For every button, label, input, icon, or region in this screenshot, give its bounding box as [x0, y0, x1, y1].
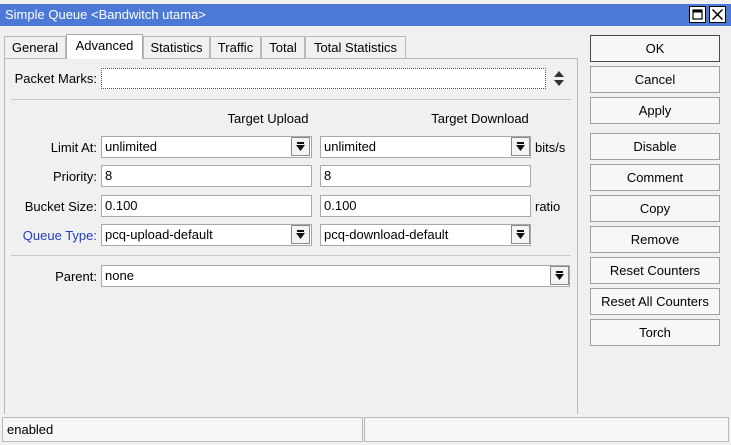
torch-button[interactable]: Torch [590, 319, 720, 346]
bucket-size-download-input[interactable]: 0.100 [320, 195, 531, 217]
dropdown-arrow-icon [555, 271, 564, 280]
priority-download-input[interactable]: 8 [320, 165, 531, 187]
packet-marks-label: Packet Marks: [14, 71, 97, 86]
queue-type-label[interactable]: Queue Type: [10, 228, 97, 243]
priority-upload-input[interactable]: 8 [101, 165, 312, 187]
tab-total[interactable]: Total [261, 36, 305, 58]
parent-dropdown[interactable] [550, 266, 569, 285]
close-button[interactable] [709, 6, 726, 23]
limit-at-unit: bits/s [535, 140, 566, 155]
tab-total-statistics[interactable]: Total Statistics [305, 36, 406, 58]
separator [11, 99, 571, 100]
dialog-body: General Advanced Statistics Traffic Tota… [0, 26, 731, 445]
status-bar: enabled [0, 414, 731, 445]
restore-button[interactable] [689, 6, 706, 23]
dropdown-arrow-icon [516, 230, 525, 239]
target-download-header: Target Download [431, 111, 529, 126]
apply-button[interactable]: Apply [590, 97, 720, 124]
reset-counters-button[interactable]: Reset Counters [590, 257, 720, 284]
queue-type-download-dropdown[interactable] [511, 225, 530, 244]
queue-type-upload-select[interactable]: pcq-upload-default [101, 224, 312, 246]
queue-type-upload-dropdown[interactable] [291, 225, 310, 244]
packet-marks-field[interactable] [101, 68, 546, 89]
parent-select[interactable]: none [101, 265, 570, 287]
tab-traffic[interactable]: Traffic [210, 36, 261, 58]
restore-icon [692, 9, 703, 20]
advanced-panel: Packet Marks: Target Upload Target Downl… [4, 58, 578, 415]
reset-all-counters-button[interactable]: Reset All Counters [590, 288, 720, 315]
status-enabled: enabled [2, 417, 363, 442]
dropdown-arrow-icon [516, 142, 525, 151]
comment-button[interactable]: Comment [590, 164, 720, 191]
parent-label: Parent: [55, 269, 97, 284]
limit-at-upload-select[interactable]: unlimited [101, 136, 312, 158]
limit-at-label: Limit At: [50, 140, 97, 155]
limit-at-download-select[interactable]: unlimited [320, 136, 531, 158]
packet-marks-updown[interactable] [552, 69, 566, 89]
cancel-button[interactable]: Cancel [590, 66, 720, 93]
tab-general[interactable]: General [4, 36, 66, 58]
queue-type-download-select[interactable]: pcq-download-default [320, 224, 531, 246]
disable-button[interactable]: Disable [590, 133, 720, 160]
tab-advanced[interactable]: Advanced [66, 34, 143, 59]
window-title: Simple Queue <Bandwitch utama> [5, 7, 206, 22]
bucket-size-label: Bucket Size: [24, 199, 97, 214]
limit-at-upload-dropdown[interactable] [291, 137, 310, 156]
dropdown-arrow-icon [296, 230, 305, 239]
limit-at-download-dropdown[interactable] [511, 137, 530, 156]
bucket-size-unit: ratio [535, 199, 561, 214]
bucket-size-upload-input[interactable]: 0.100 [101, 195, 312, 217]
tab-statistics[interactable]: Statistics [143, 36, 210, 58]
copy-button[interactable]: Copy [590, 195, 720, 222]
status-cell-empty [364, 417, 729, 442]
separator [11, 255, 571, 256]
ok-button[interactable]: OK [590, 35, 720, 62]
remove-button[interactable]: Remove [590, 226, 720, 253]
close-icon [711, 8, 724, 21]
priority-label: Priority: [52, 169, 97, 184]
target-upload-header: Target Upload [227, 111, 309, 126]
up-down-arrows-icon [554, 71, 564, 86]
window-titlebar: Simple Queue <Bandwitch utama> [0, 0, 731, 26]
dropdown-arrow-icon [296, 142, 305, 151]
